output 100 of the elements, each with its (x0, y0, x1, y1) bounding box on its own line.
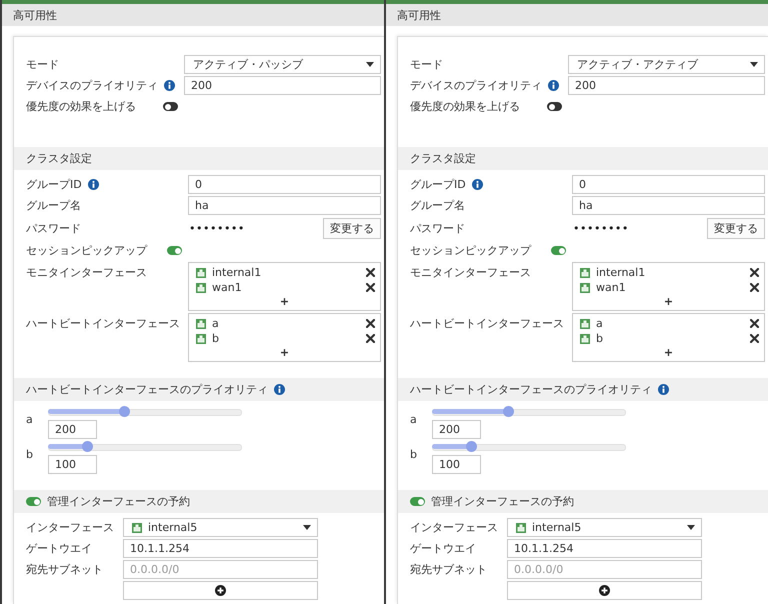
text-field[interactable]: 200 (184, 76, 381, 95)
dropdown[interactable]: internal5 (123, 518, 318, 537)
plus-circle-icon (599, 585, 610, 596)
toggle-switch[interactable] (410, 497, 425, 506)
priority-field[interactable]: 200 (48, 420, 97, 439)
text-field[interactable]: ha (188, 196, 381, 215)
field-label: モード (26, 57, 59, 72)
panel-title: 高可用性 (2, 4, 384, 26)
text-field[interactable]: 200 (568, 76, 765, 95)
interface-name: internal1 (596, 266, 646, 279)
interface-name: b (596, 332, 604, 345)
section-title: ハートビートインターフェースのプライオリティ (410, 382, 652, 397)
field-label: 宛先サブネット (26, 562, 103, 577)
close-icon[interactable] (366, 283, 375, 292)
slider-track[interactable] (48, 441, 242, 452)
text-field[interactable]: 10.1.1.254 (507, 539, 702, 558)
close-icon[interactable] (366, 268, 375, 277)
field-label: 宛先サブネット (410, 562, 487, 577)
section-title: 管理インターフェースの予約 (431, 494, 574, 509)
field-label: グループID (26, 177, 82, 192)
change-button[interactable]: 変更する (323, 218, 381, 238)
section-title: クラスタ設定 (26, 151, 92, 166)
network-port-icon (196, 268, 206, 278)
caret-icon (366, 62, 374, 67)
network-port-icon (580, 334, 590, 344)
network-port-icon (580, 282, 590, 292)
close-icon[interactable] (750, 334, 759, 343)
interface-name: b (212, 332, 220, 345)
field-label: ゲートウエイ (410, 541, 476, 556)
text-field[interactable]: 0.0.0.0/0 (123, 560, 318, 579)
interface-name: wan1 (596, 281, 627, 294)
toggle-switch[interactable] (26, 497, 41, 506)
field-label: モニタインターフェース (410, 265, 531, 280)
network-port-icon (132, 522, 142, 532)
slider-thumb[interactable] (466, 441, 477, 452)
priority-field[interactable]: 200 (432, 420, 481, 439)
text-field[interactable]: 0 (572, 175, 765, 194)
field-label: デバイスのプライオリティ (410, 78, 542, 93)
close-icon[interactable] (366, 319, 375, 328)
field-label: インターフェース (410, 520, 498, 535)
interface-name: a (596, 317, 604, 330)
field-label: デバイスのプライオリティ (26, 78, 158, 93)
slider-label: b (410, 447, 418, 461)
close-icon[interactable] (750, 283, 759, 292)
interface-name: wan1 (212, 281, 243, 294)
field-label: ゲートウエイ (26, 541, 92, 556)
field-label: グループ名 (26, 198, 81, 213)
priority-field[interactable]: 100 (48, 455, 97, 474)
field-label: グループ名 (410, 198, 465, 213)
change-button[interactable]: 変更する (707, 218, 765, 238)
section-title: ハートビートインターフェースのプライオリティ (26, 382, 268, 397)
field-label: セッションピックアップ (26, 243, 147, 258)
add-item-button[interactable]: + (276, 295, 292, 309)
toggle-switch[interactable] (167, 246, 182, 255)
field-label: 優先度の効果を上げる (26, 99, 136, 114)
section-title: 管理インターフェースの予約 (47, 494, 190, 509)
text-field[interactable]: 0.0.0.0/0 (507, 560, 702, 579)
add-item-button[interactable]: + (660, 346, 676, 360)
caret-icon (687, 525, 695, 530)
add-item-button[interactable]: + (660, 295, 676, 309)
field-label: 優先度の効果を上げる (410, 99, 520, 114)
priority-field[interactable]: 100 (432, 455, 481, 474)
network-port-icon (580, 318, 590, 328)
slider-track[interactable] (432, 441, 626, 452)
slider-thumb[interactable] (118, 406, 130, 417)
slider-track[interactable] (432, 406, 626, 417)
field-label: グループID (410, 177, 466, 192)
field-label: インターフェース (26, 520, 114, 535)
slider-track[interactable] (48, 406, 242, 417)
field-label: パスワード (26, 220, 81, 236)
toggle-switch[interactable] (547, 102, 562, 111)
caret-icon (750, 62, 758, 67)
add-item-button[interactable]: + (276, 346, 292, 360)
field-label: ハートビートインターフェース (26, 316, 180, 331)
dropdown[interactable]: アクティブ・パッシブ (184, 55, 381, 74)
slider-label: b (26, 447, 34, 461)
network-port-icon (196, 318, 206, 328)
field-label: モニタインターフェース (26, 265, 147, 280)
panel-title: 高可用性 (386, 4, 768, 26)
toggle-switch[interactable] (163, 102, 178, 111)
add-row-button[interactable] (123, 581, 318, 600)
slider-thumb[interactable] (502, 406, 514, 417)
close-icon[interactable] (366, 334, 375, 343)
network-port-icon (196, 282, 206, 292)
text-field[interactable]: 10.1.1.254 (123, 539, 318, 558)
text-field[interactable]: ha (572, 196, 765, 215)
password-value: •••••••• (572, 222, 629, 234)
interface-name: internal1 (212, 266, 262, 279)
toggle-switch[interactable] (551, 246, 566, 255)
dropdown[interactable]: アクティブ・アクティブ (568, 55, 765, 74)
slider-thumb[interactable] (82, 441, 93, 452)
text-field[interactable]: 0 (188, 175, 381, 194)
network-port-icon (516, 522, 526, 532)
password-value: •••••••• (188, 222, 245, 234)
slider-label: a (26, 412, 34, 426)
caret-icon (303, 525, 311, 530)
close-icon[interactable] (750, 319, 759, 328)
dropdown[interactable]: internal5 (507, 518, 702, 537)
add-row-button[interactable] (507, 581, 702, 600)
close-icon[interactable] (750, 268, 759, 277)
